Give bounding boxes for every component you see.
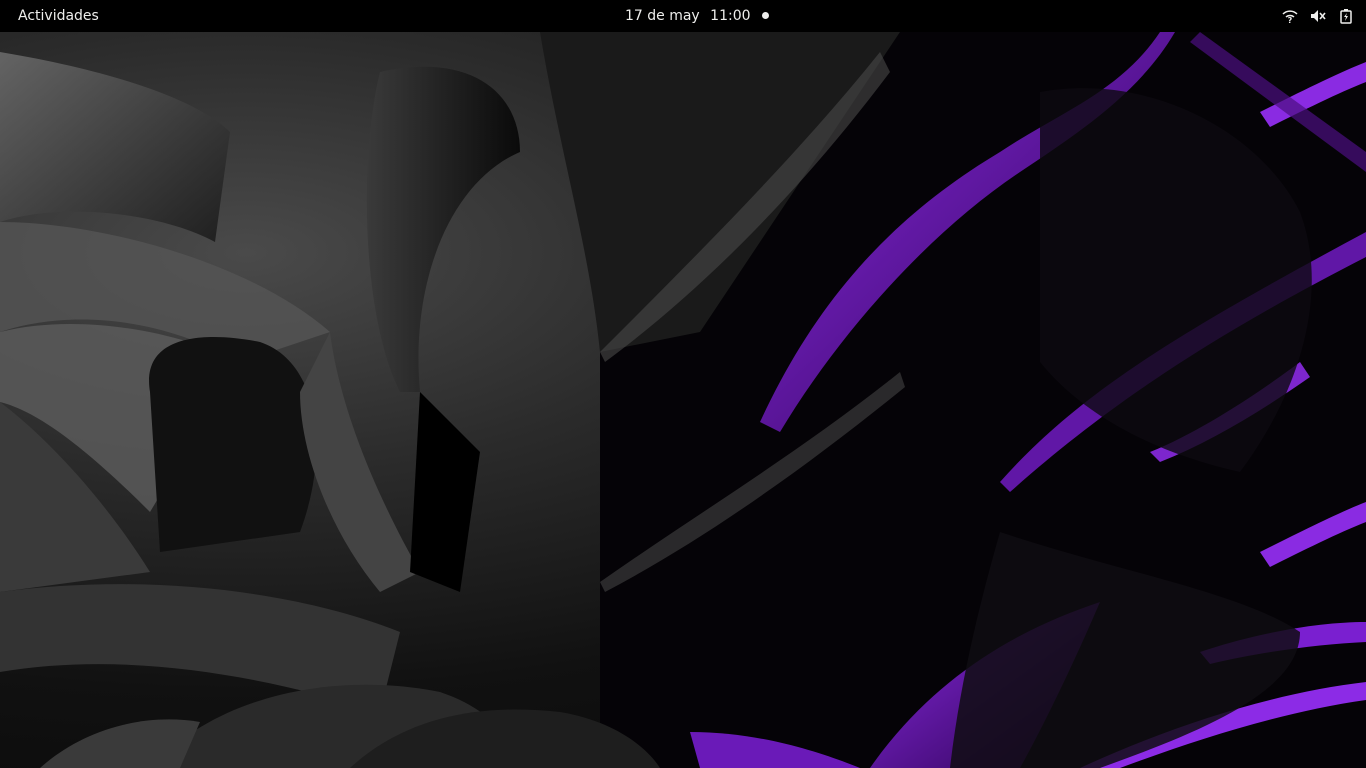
system-tray[interactable]: ?	[1282, 0, 1354, 32]
clock-time: 11:00	[710, 8, 751, 24]
desktop-wallpaper	[0, 32, 1366, 768]
clock-date: 17 de may	[625, 8, 700, 24]
volume-muted-icon[interactable]	[1310, 8, 1326, 24]
svg-text:?: ?	[1288, 16, 1293, 24]
clock-button[interactable]: 17 de may 11:00	[615, 0, 761, 32]
notification-dot-icon	[762, 12, 769, 19]
desktop-screen: Actividades 17 de may 11:00 ?	[0, 0, 1366, 768]
top-panel: Actividades 17 de may 11:00 ?	[0, 0, 1366, 32]
activities-button[interactable]: Actividades	[10, 0, 107, 32]
wifi-question-icon[interactable]: ?	[1282, 8, 1298, 24]
battery-charging-icon[interactable]	[1338, 8, 1354, 24]
